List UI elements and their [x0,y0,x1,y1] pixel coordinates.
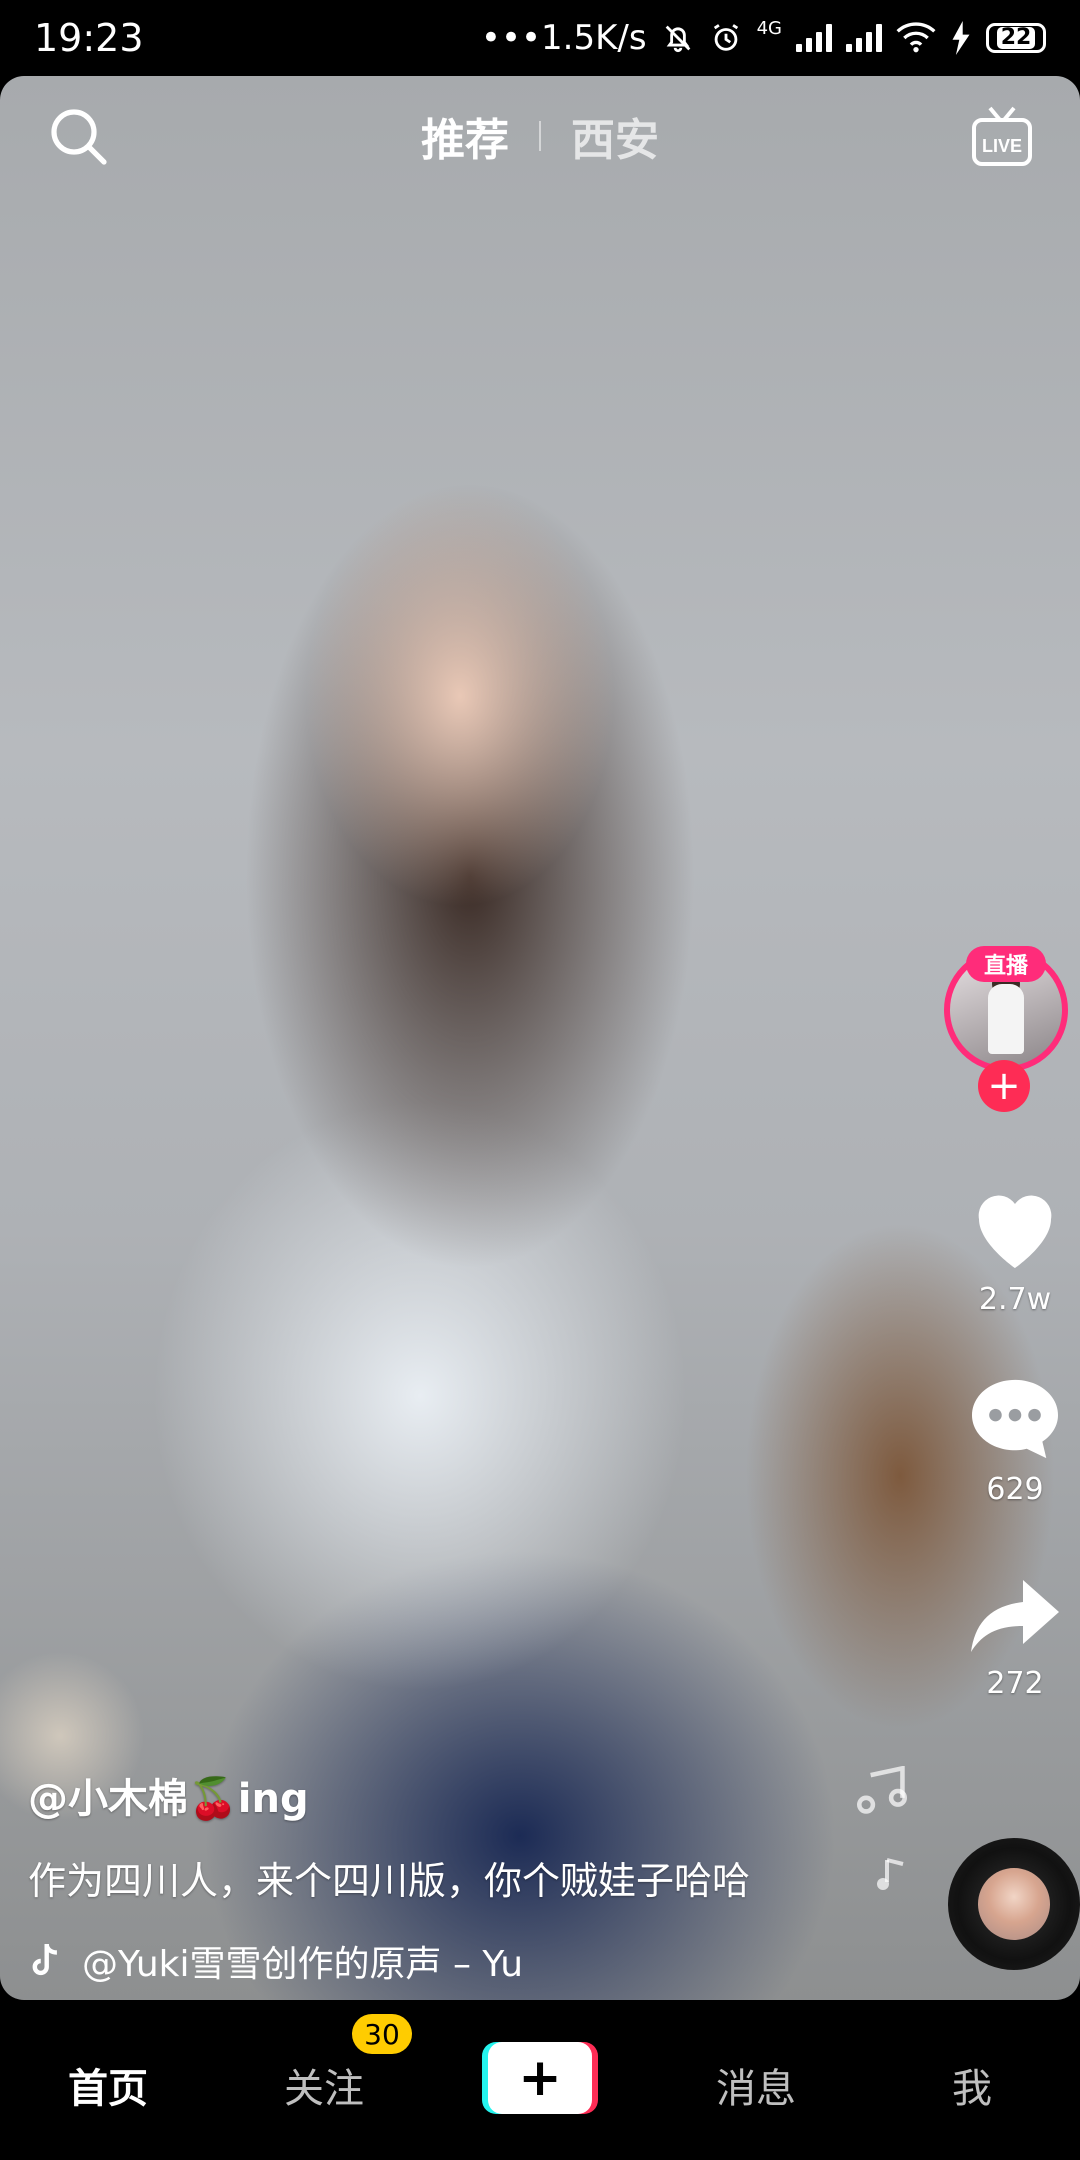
tab-divider [539,121,541,151]
creator-username[interactable]: @小木棉🍒ing [28,1766,928,1824]
nav-messages[interactable]: 消息 [716,2056,796,2114]
charging-icon [952,21,970,55]
battery-icon: 22 [986,23,1046,53]
share-count: 272 [986,1666,1044,1701]
status-time: 19:23 [34,16,144,60]
music-disc[interactable] [948,1838,1080,1970]
avatar-figure [988,984,1024,1054]
top-nav: 推荐 西安 LIVE [0,76,1080,196]
music-info[interactable]: @Yuki雪雪创作的原声 – Yuki雪雪 [28,1935,928,1987]
music-title: @Yuki雪雪创作的原声 – Yuki雪雪 [82,1944,522,1985]
nav-me[interactable]: 我 [952,2056,992,2114]
create-button[interactable]: + [482,2042,598,2114]
feed-tabs: 推荐 西安 [421,104,659,168]
status-bar: 19:23 •••1.5K/s 4G 22 [0,0,1080,76]
alarm-icon [713,24,738,51]
heart-icon [978,1195,1052,1268]
share-button[interactable]: 272 [950,1576,1080,1701]
like-count: 2.7w [978,1282,1052,1317]
nav-following[interactable]: 关注 [284,2056,364,2114]
signal-2-icon [846,24,882,52]
tab-local[interactable]: 西安 [571,104,659,168]
net-speed: •••1.5K/s [480,18,647,58]
comment-icon [972,1379,1058,1459]
like-button[interactable]: 2.7w [950,1184,1080,1317]
tiktok-note-icon [32,1943,58,1976]
follow-button[interactable]: + [978,1060,1030,1112]
comment-count: 629 [986,1472,1044,1507]
action-sidebar: 直播 + 2.7w 629 272 [944,76,1080,2000]
share-arrow-icon [971,1580,1059,1652]
nav-home[interactable]: 首页 [68,2056,148,2114]
live-badge: 直播 [966,946,1046,982]
comment-button[interactable]: 629 [950,1376,1080,1507]
tab-recommended[interactable]: 推荐 [421,104,509,168]
create-plus-icon: + [488,2042,592,2114]
search-icon[interactable] [48,106,108,166]
following-badge: 30 [352,2014,412,2054]
network-type: 4G [756,17,782,39]
video-caption: @小木棉🍒ing 作为四川人，来个四川版，你个贼娃子哈哈 @Yuki雪雪创作的原… [28,1766,928,1987]
video-player[interactable]: 推荐 西安 LIVE 直播 + 2.7w 629 272 @小木棉🍒ing 作为… [0,76,1080,2000]
mute-bell-icon [665,25,690,53]
wifi-icon [896,22,936,53]
video-description: 作为四川人，来个四川版，你个贼娃子哈哈 [28,1859,751,1903]
signal-1-icon [796,24,832,52]
status-icons: •••1.5K/s 4G 22 [481,18,1046,58]
music-disc-cover [978,1868,1050,1940]
